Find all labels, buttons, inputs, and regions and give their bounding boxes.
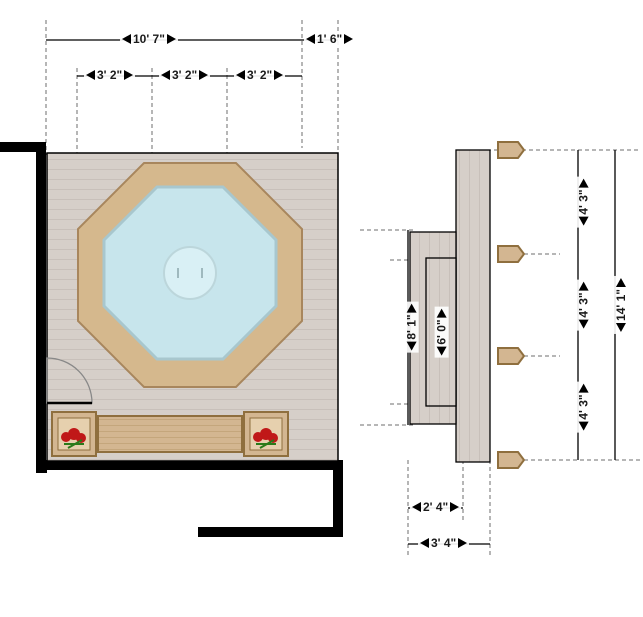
planter-left bbox=[52, 412, 96, 456]
dim-rail-seg-3: 4' 3" bbox=[577, 381, 591, 432]
dim-tub-seg-1: 3' 2" bbox=[84, 68, 135, 82]
dim-rail-total: 14' 1" bbox=[614, 276, 628, 334]
hot-tub bbox=[78, 163, 302, 387]
dim-stair-run1: 6' 0" bbox=[435, 306, 449, 357]
dim-top-overall: 10' 7" bbox=[120, 32, 178, 46]
dim-tub-seg-3: 3' 2" bbox=[234, 68, 285, 82]
planter-right bbox=[244, 412, 288, 456]
dim-top-gap: 1' 6" bbox=[304, 32, 355, 46]
plan-canvas bbox=[0, 0, 643, 617]
rail-posts bbox=[498, 142, 524, 468]
dim-stair-run2: 8' 1" bbox=[405, 301, 419, 352]
walkway bbox=[456, 150, 490, 462]
dim-stair-w1: 2' 4" bbox=[410, 500, 461, 514]
dim-stair-w2: 3' 4" bbox=[418, 536, 469, 550]
dim-rail-seg-2: 4' 3" bbox=[577, 279, 591, 330]
dim-tub-seg-2: 3' 2" bbox=[159, 68, 210, 82]
bench bbox=[98, 416, 242, 452]
dim-rail-seg-1: 4' 3" bbox=[577, 176, 591, 227]
